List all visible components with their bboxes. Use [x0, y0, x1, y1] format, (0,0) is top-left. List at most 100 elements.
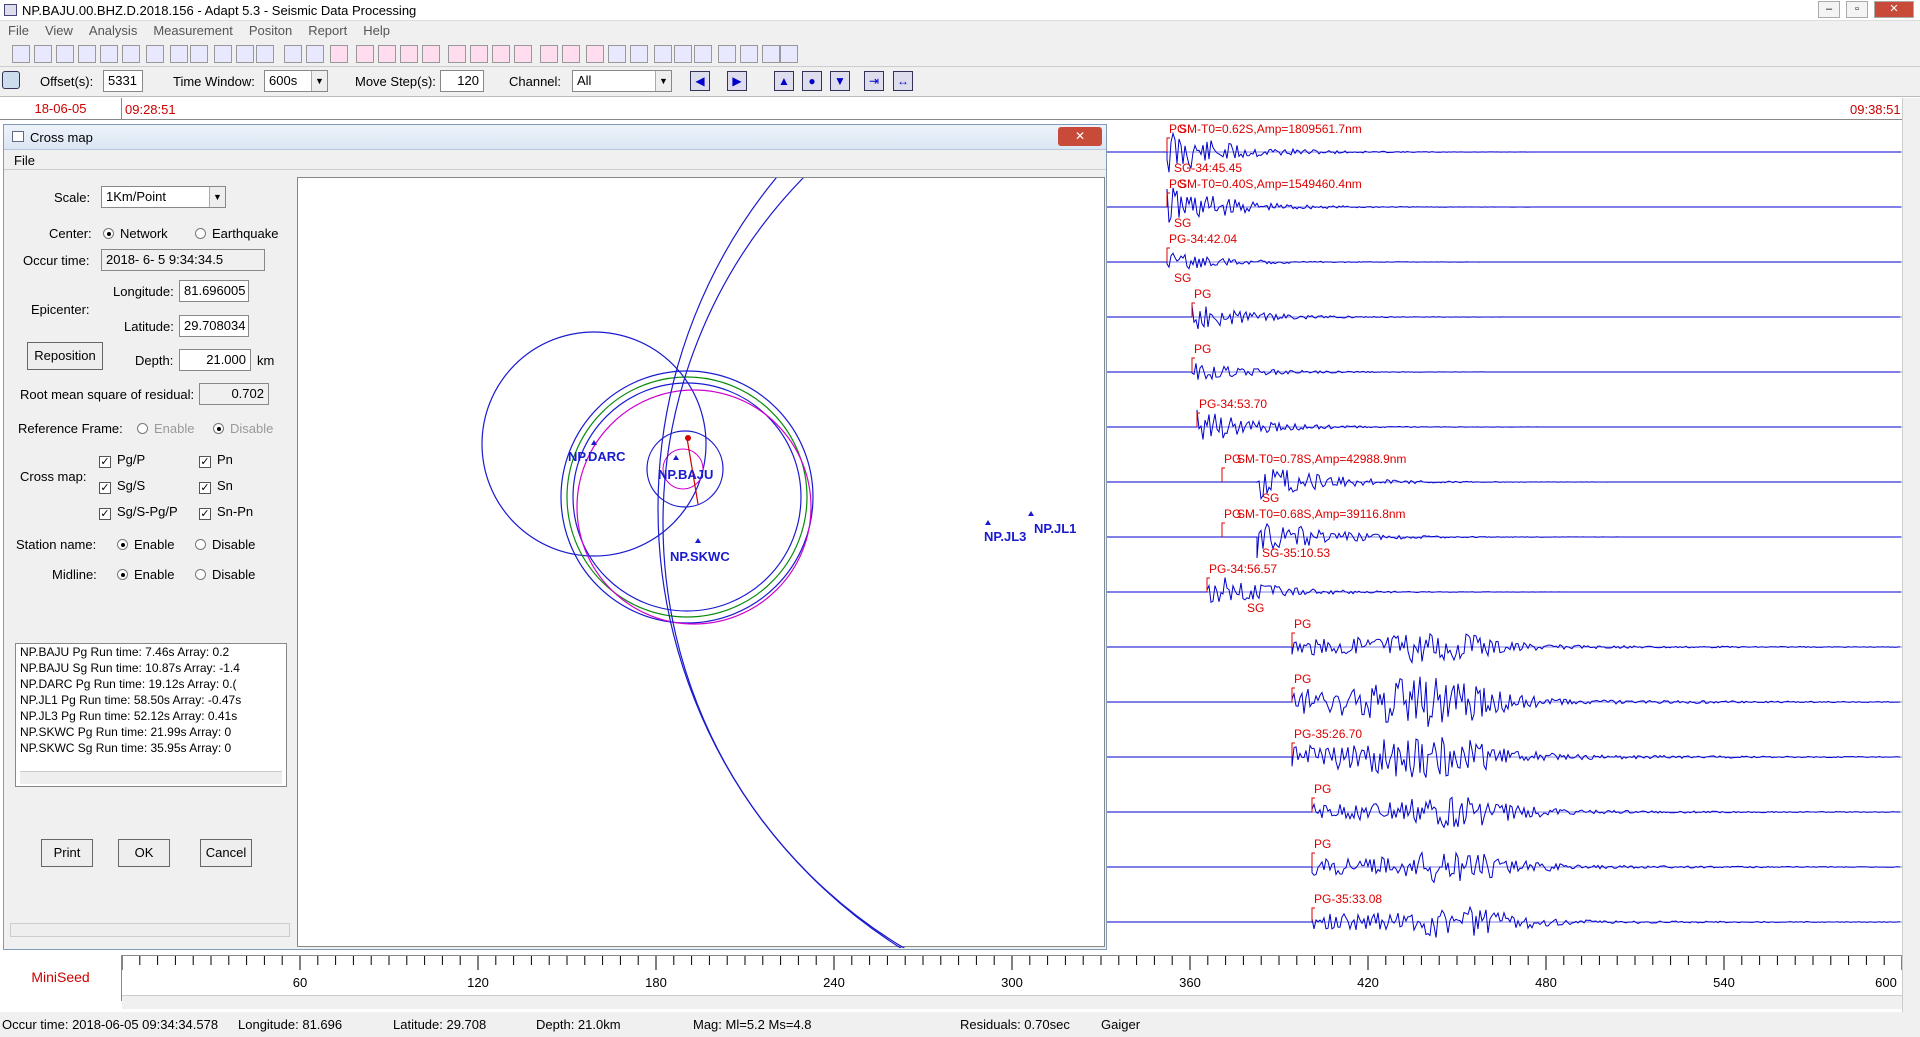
longitude-input[interactable]: 81.696005: [179, 280, 249, 302]
menu-help[interactable]: Help: [355, 21, 398, 38]
toolbar-icon-35[interactable]: [780, 45, 798, 63]
toolbar-icon-21[interactable]: [470, 45, 488, 63]
center-icon[interactable]: ●: [802, 71, 822, 91]
toolbar-icon-30[interactable]: [674, 45, 692, 63]
midline-enable-radio[interactable]: Enable: [117, 567, 174, 582]
waveform-panel[interactable]: PG SM-T0=0.62S,Amp=1809561.7nm SG-34:45.45…: [1107, 122, 1902, 950]
depth-input[interactable]: 21.000: [179, 349, 251, 371]
sn-pn-checkbox[interactable]: ✓ Sn-Pn: [199, 504, 253, 520]
sgs-pgp-checkbox[interactable]: ✓ Sg/S-Pg/P: [99, 504, 178, 520]
toolbar-icon-32[interactable]: [718, 45, 736, 63]
print-button[interactable]: Print: [41, 839, 93, 867]
phase-marker[interactable]: [1311, 852, 1315, 867]
toolbar-icon-20[interactable]: [448, 45, 466, 63]
close-icon[interactable]: ✕: [1058, 127, 1102, 146]
sn-checkbox[interactable]: ✓ Sn: [199, 478, 233, 494]
station-enable-radio[interactable]: Enable: [117, 537, 174, 552]
up-icon[interactable]: ▲: [774, 71, 794, 91]
toolbar-icon-19[interactable]: [422, 45, 440, 63]
menu-measurement[interactable]: Measurement: [145, 21, 240, 38]
phase-marker[interactable]: [1221, 467, 1225, 482]
toolbar-icon-8[interactable]: [170, 45, 188, 63]
close-button[interactable]: ✕: [1874, 1, 1914, 18]
toolbar-icon-2[interactable]: [34, 45, 52, 63]
phase-marker[interactable]: [1166, 192, 1170, 207]
cross-map-menu-file[interactable]: File: [4, 150, 1106, 170]
prev-icon[interactable]: ◀: [690, 71, 710, 91]
menu-analysis[interactable]: Analysis: [81, 21, 145, 38]
move-step-input[interactable]: 120: [440, 70, 484, 92]
compress-icon[interactable]: ⇥: [864, 71, 884, 91]
next-icon[interactable]: ▶: [727, 71, 747, 91]
channel-select[interactable]: All ▼: [572, 70, 672, 92]
vertical-scrollbar[interactable]: [1902, 98, 1920, 1012]
toolbar-icon-34[interactable]: [762, 45, 780, 63]
toolbar-icon-29[interactable]: [654, 45, 672, 63]
toolbar-icon-28[interactable]: [630, 45, 648, 63]
down-icon[interactable]: ▼: [830, 71, 850, 91]
horizontal-scrollbar[interactable]: [122, 995, 1902, 1009]
menu-positon[interactable]: Positon: [241, 21, 300, 38]
occur-time-field[interactable]: 2018- 6- 5 9:34:34.5: [101, 249, 265, 271]
cross-map-title: Cross map: [30, 130, 93, 145]
toolbar-icon-13[interactable]: [284, 45, 302, 63]
latitude-input[interactable]: 29.708034: [179, 315, 249, 337]
menu-report[interactable]: Report: [300, 21, 355, 38]
toolbar-icon-1[interactable]: [12, 45, 30, 63]
reposition-button[interactable]: Reposition: [27, 342, 103, 370]
toolbar-icon-4[interactable]: [78, 45, 96, 63]
radio-icon: [137, 423, 148, 434]
toolbar-icon-31[interactable]: [694, 45, 712, 63]
run-time-list[interactable]: NP.BAJU Pg Run time: 7.46s Array: 0.2 NP…: [15, 643, 287, 787]
toolbar-icon-24[interactable]: [540, 45, 558, 63]
menu-file[interactable]: File: [0, 21, 37, 38]
menu-view[interactable]: View: [37, 21, 81, 38]
offset-input[interactable]: 5331: [103, 70, 143, 92]
phase-marker[interactable]: [1166, 247, 1170, 262]
toolbar-icon-12[interactable]: [256, 45, 274, 63]
toolbar-icon-10[interactable]: [214, 45, 232, 63]
toolbar-icon-15[interactable]: [330, 45, 348, 63]
phase-marker[interactable]: [1221, 522, 1225, 537]
scale-select[interactable]: 1Km/Point ▼: [101, 186, 226, 208]
station-disable-radio[interactable]: Disable: [195, 537, 255, 552]
toolbar-icon-9[interactable]: [190, 45, 208, 63]
toolbar-icon-3[interactable]: [56, 45, 74, 63]
toolbar-icon-5[interactable]: [100, 45, 118, 63]
ok-button[interactable]: OK: [118, 839, 170, 867]
list-hscroll[interactable]: [20, 771, 282, 784]
toolbar-icon-33[interactable]: [740, 45, 758, 63]
toolbar-icon-16[interactable]: [356, 45, 374, 63]
toolbar-icon-11[interactable]: [236, 45, 254, 63]
expand-icon[interactable]: ↔: [893, 71, 913, 91]
sgs-checkbox[interactable]: ✓ Sg/S: [99, 478, 145, 494]
station-label-skwc: NP.SKWC: [670, 549, 730, 564]
toolbar-icon-18[interactable]: [400, 45, 418, 63]
ref-enable-radio[interactable]: Enable: [137, 421, 194, 436]
zoom-icon[interactable]: [2, 71, 20, 89]
center-network-radio[interactable]: Network: [103, 226, 168, 241]
phase-marker[interactable]: [1166, 137, 1170, 152]
maximize-button[interactable]: ▫: [1846, 1, 1868, 18]
toolbar-icon-14[interactable]: [306, 45, 324, 63]
toolbar-icon-22[interactable]: [492, 45, 510, 63]
pn-checkbox[interactable]: ✓ Pn: [199, 452, 233, 468]
time-window-select[interactable]: 600s ▼: [264, 70, 328, 92]
toolbar-icon-27[interactable]: [608, 45, 626, 63]
pgp-checkbox[interactable]: ✓ Pg/P: [99, 452, 145, 468]
toolbar-icon-17[interactable]: [378, 45, 396, 63]
minimize-button[interactable]: –: [1818, 1, 1840, 18]
toolbar-icon-23[interactable]: [514, 45, 532, 63]
midline-disable-radio[interactable]: Disable: [195, 567, 255, 582]
cancel-button[interactable]: Cancel: [200, 839, 252, 867]
toolbar-icon-7[interactable]: [146, 45, 164, 63]
phase-marker[interactable]: [1311, 907, 1315, 922]
station-label-jl3: NP.JL3: [984, 529, 1026, 544]
ref-disable-radio[interactable]: Disable: [213, 421, 273, 436]
map-view[interactable]: NP.DARC NP.BAJU NP.SKWC NP.JL3 NP.JL1: [297, 0, 1699, 1029]
toolbar-icon-6[interactable]: [122, 45, 140, 63]
center-earthquake-radio[interactable]: Earthquake: [195, 226, 279, 241]
toolbar-icon-26[interactable]: [586, 45, 604, 63]
panel-hscroll[interactable]: [10, 923, 290, 937]
toolbar-icon-25[interactable]: [562, 45, 580, 63]
